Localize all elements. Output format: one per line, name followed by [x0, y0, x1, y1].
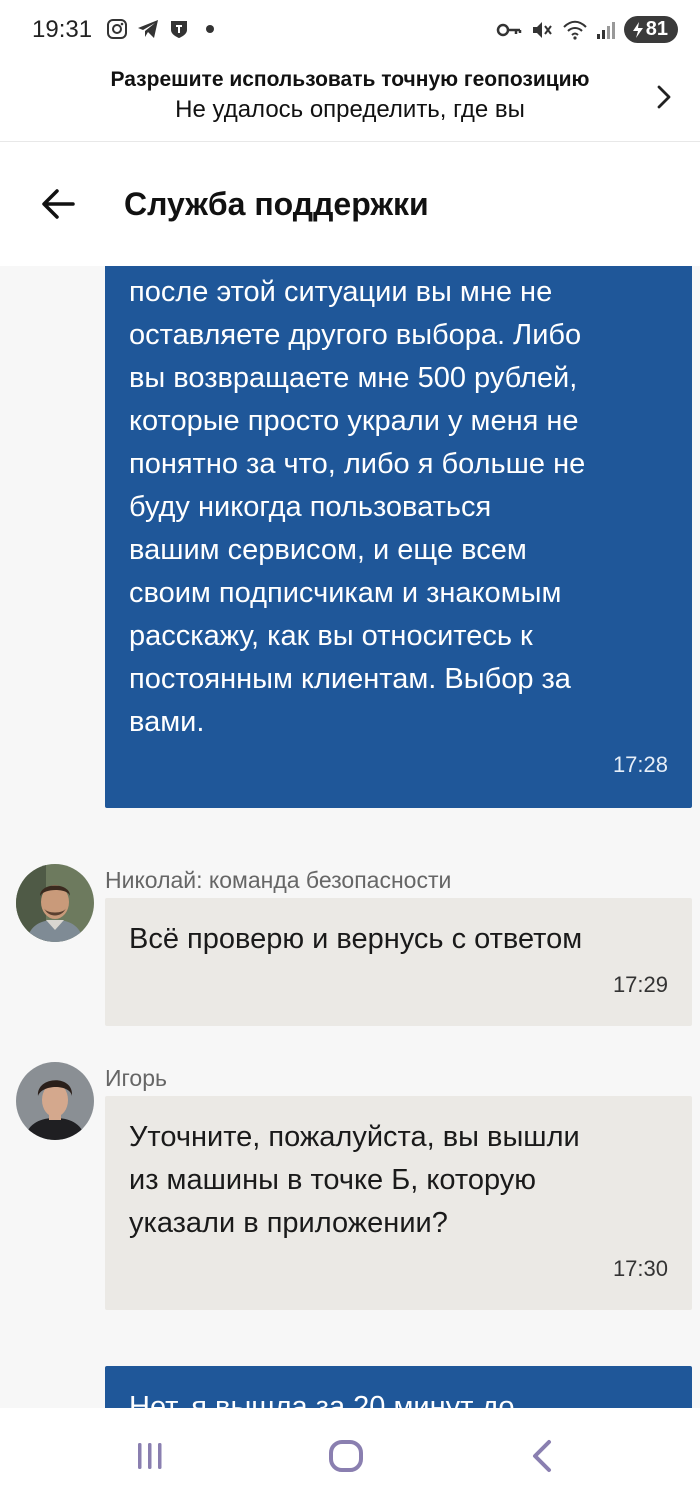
message-sender: Николай: команда безопасности — [105, 867, 452, 893]
mute-icon — [532, 21, 552, 38]
instagram-icon — [107, 19, 127, 39]
message-time: 17:30 — [612, 1256, 668, 1281]
chevron-left-icon — [533, 1440, 551, 1472]
telegram-icon — [138, 20, 158, 38]
message-time: 17:28 — [612, 752, 668, 777]
signal-icon — [596, 21, 615, 39]
message-sender: Игорь — [105, 1065, 167, 1091]
message-bubble-outgoing[interactable]: Нет, я вышла за 20 минут до — [105, 1366, 692, 1408]
geo-banner-subtitle: Не удалось определить, где вы — [175, 96, 525, 123]
status-right-icons: 81 — [496, 16, 678, 43]
chevron-right-icon[interactable] — [656, 84, 672, 110]
geo-banner-title: Разрешите использовать точную геопозицию — [110, 68, 590, 91]
key-icon — [496, 23, 521, 36]
status-left-icons — [106, 18, 214, 40]
home-button[interactable] — [316, 1434, 376, 1478]
battery-icon: 81 — [623, 16, 678, 43]
status-bar: 19:31 81 — [0, 0, 700, 62]
chat-messages[interactable]: после этой ситуации вы мне не оставляете… — [0, 266, 700, 1408]
message-text: Всё проверю и вернусь с ответом — [129, 923, 583, 955]
message-text: Уточните, пожалуйста, вы вышли из машины… — [129, 1121, 580, 1239]
geo-permission-banner[interactable]: Разрешите использовать точную геопозицию… — [0, 62, 700, 142]
notification-dot — [206, 25, 214, 33]
app-header: Служба поддержки — [0, 142, 700, 266]
avatar-nikolay-image — [16, 864, 94, 942]
avatar-igor-image — [16, 1062, 94, 1140]
system-nav-bar — [0, 1408, 700, 1501]
arrow-left-icon — [42, 189, 75, 219]
message-bubble-incoming[interactable]: Уточните, пожалуйста, вы вышли из машины… — [105, 1096, 692, 1310]
shield-app-icon — [171, 21, 187, 38]
recent-apps-button[interactable] — [120, 1434, 180, 1478]
status-time: 19:31 — [32, 16, 93, 43]
wifi-icon — [563, 20, 587, 40]
message-bubble-incoming[interactable]: Всё проверю и вернусь с ответом 17:29 — [105, 898, 692, 1026]
battery-level: 81 — [645, 18, 668, 40]
message-text: после этой ситуации вы мне не оставляете… — [129, 276, 586, 738]
message-bubble-outgoing[interactable]: после этой ситуации вы мне не оставляете… — [105, 266, 692, 808]
back-nav-button[interactable] — [512, 1434, 572, 1478]
message-time: 17:29 — [612, 972, 668, 997]
message-text: Нет, я вышла за 20 минут до — [129, 1391, 515, 1408]
back-button[interactable] — [40, 186, 84, 222]
recent-apps-icon — [138, 1443, 162, 1469]
avatar[interactable] — [16, 1062, 94, 1140]
avatar[interactable] — [16, 864, 94, 942]
page-title: Служба поддержки — [124, 186, 429, 222]
home-icon — [329, 1440, 363, 1472]
